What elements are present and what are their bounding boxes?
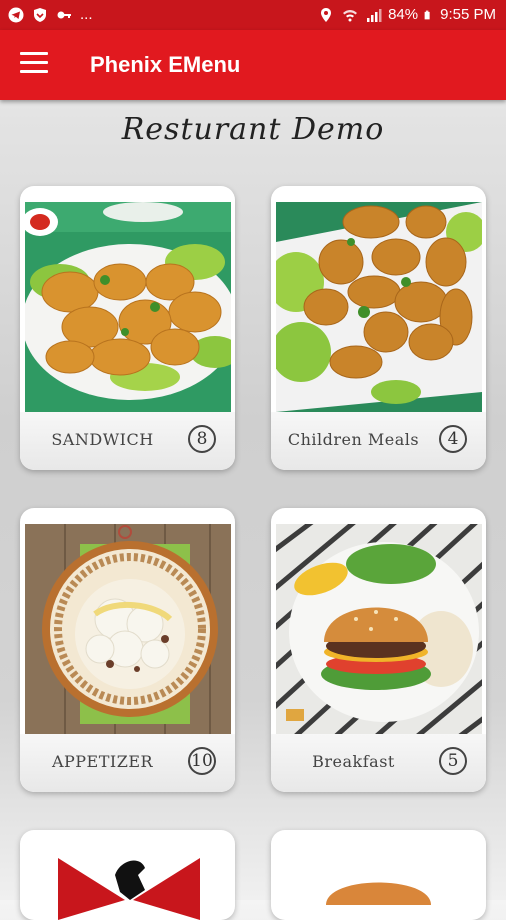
category-name: APPETIZER: [51, 752, 154, 771]
item-count-badge: 4: [439, 425, 467, 453]
status-bar: ... 84% 9:55 PM: [0, 0, 506, 30]
category-name: SANDWICH: [51, 430, 154, 449]
children-meals-photo: [276, 202, 482, 412]
battery-icon: [424, 10, 430, 19]
wifi-icon: [343, 9, 358, 21]
key-icon: [57, 11, 71, 18]
restaurant-name: Resturant Demo: [121, 112, 385, 147]
category-card-appetizer[interactable]: APPETIZER 10: [20, 508, 235, 792]
category-name: Breakfast: [312, 752, 395, 771]
sandwich-photo: [25, 202, 231, 412]
telegram-icon: [8, 7, 24, 22]
item-count-badge: 5: [439, 747, 467, 775]
item-count-badge: 8: [188, 425, 216, 453]
status-time: 9:55 PM: [440, 6, 496, 23]
appetizer-photo: [25, 524, 231, 734]
signal-icon: [367, 8, 382, 22]
category-card-breakfast[interactable]: Breakfast 5: [271, 508, 486, 792]
shield-icon: [34, 7, 46, 22]
logo-photo: [58, 858, 200, 920]
app-bar: Phenix EMenu: [0, 30, 506, 100]
bun-photo: [326, 882, 431, 905]
category-card-partial-left[interactable]: [20, 830, 235, 920]
hamburger-menu-icon[interactable]: [20, 52, 48, 76]
category-card-sandwich[interactable]: SANDWICH 8: [20, 186, 235, 470]
app-title: Phenix EMenu: [90, 52, 241, 77]
item-count-badge: 10: [188, 747, 216, 775]
category-name: Children Meals: [287, 430, 420, 449]
category-footer: APPETIZER 10: [20, 734, 235, 792]
category-card-children-meals[interactable]: Children Meals 4: [271, 186, 486, 470]
breakfast-photo: [276, 524, 482, 734]
category-footer: Children Meals 4: [271, 412, 486, 470]
battery-percent: 84%: [388, 6, 419, 23]
status-more: ...: [80, 6, 93, 23]
location-icon: [321, 7, 332, 22]
category-footer: Breakfast 5: [271, 734, 486, 792]
category-footer: SANDWICH 8: [20, 412, 235, 470]
category-card-partial-right[interactable]: [271, 830, 486, 920]
